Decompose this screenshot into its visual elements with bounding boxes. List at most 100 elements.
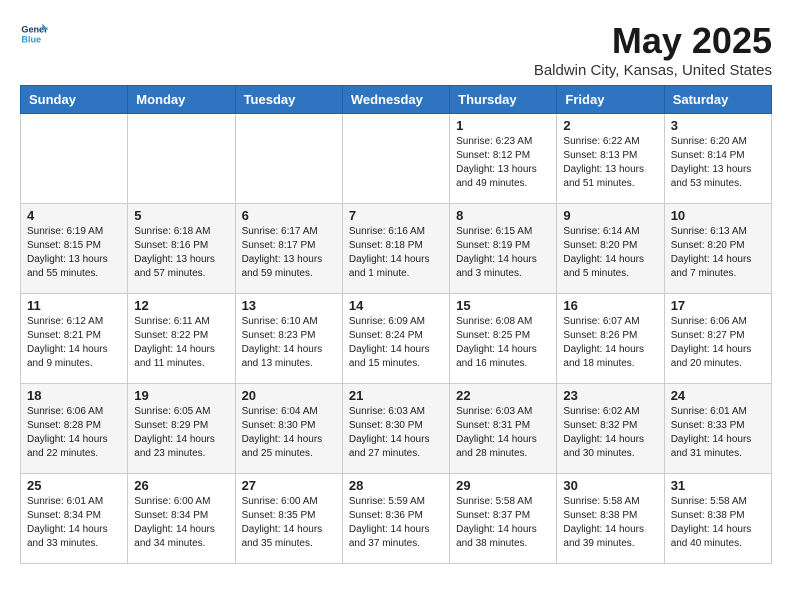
calendar-cell: 26Sunrise: 6:00 AM Sunset: 8:34 PM Dayli… bbox=[128, 474, 235, 564]
weekday-header-monday: Monday bbox=[128, 86, 235, 114]
day-number: 29 bbox=[456, 478, 550, 493]
day-number: 1 bbox=[456, 118, 550, 133]
calendar-cell: 10 Sunrise: 6:13 AM Sunset: 8:20 PM Dayli… bbox=[664, 204, 771, 294]
day-info: Sunrise: 6:12 AM Sunset: 8:21 PM Dayligh… bbox=[27, 315, 121, 371]
day-number: 21 bbox=[349, 388, 443, 403]
calendar-cell: 19Sunrise: 6:05 AM Sunset: 8:29 PM Dayli… bbox=[128, 384, 235, 474]
day-number: 8 bbox=[456, 208, 550, 223]
logo: General Blue bbox=[20, 20, 52, 48]
calendar-cell: 15 Sunrise: 6:08 AM Sunset: 8:25 PM Dayli… bbox=[450, 294, 557, 384]
calendar-cell: 1 Sunrise: 6:23 AM Sunset: 8:12 PM Daylig… bbox=[450, 114, 557, 204]
day-info: Sunrise: 6:08 AM Sunset: 8:25 PM Dayligh… bbox=[456, 315, 550, 371]
day-number: 13 bbox=[242, 298, 336, 313]
day-info: Sunrise: 6:05 AM Sunset: 8:29 PM Dayligh… bbox=[134, 405, 228, 461]
day-info: Sunrise: 6:02 AM Sunset: 8:32 PM Dayligh… bbox=[563, 405, 657, 461]
calendar-cell: 17 Sunrise: 6:06 AM Sunset: 8:27 PM Dayli… bbox=[664, 294, 771, 384]
calendar-cell: 29 Sunrise: 5:58 AM Sunset: 8:37 PM Dayli… bbox=[450, 474, 557, 564]
day-number: 5 bbox=[134, 208, 228, 223]
day-number: 10 bbox=[671, 208, 765, 223]
calendar-cell: 12Sunrise: 6:11 AM Sunset: 8:22 PM Dayli… bbox=[128, 294, 235, 384]
calendar-cell bbox=[128, 114, 235, 204]
calendar-cell: 21 Sunrise: 6:03 AM Sunset: 8:30 PM Dayli… bbox=[342, 384, 449, 474]
day-number: 15 bbox=[456, 298, 550, 313]
day-info: Sunrise: 6:16 AM Sunset: 8:18 PM Dayligh… bbox=[349, 225, 443, 281]
day-number: 30 bbox=[563, 478, 657, 493]
calendar-cell: 7 Sunrise: 6:16 AM Sunset: 8:18 PM Daylig… bbox=[342, 204, 449, 294]
day-info: Sunrise: 6:00 AM Sunset: 8:34 PM Dayligh… bbox=[134, 495, 228, 551]
weekday-header-row: SundayMondayTuesdayWednesdayThursdayFrid… bbox=[21, 86, 772, 114]
calendar-cell: 11 Sunrise: 6:12 AM Sunset: 8:21 PM Dayli… bbox=[21, 294, 128, 384]
calendar-cell: 16Sunrise: 6:07 AM Sunset: 8:26 PM Dayli… bbox=[557, 294, 664, 384]
calendar-cell: 18 Sunrise: 6:06 AM Sunset: 8:28 PM Dayli… bbox=[21, 384, 128, 474]
day-info: Sunrise: 6:15 AM Sunset: 8:19 PM Dayligh… bbox=[456, 225, 550, 281]
calendar-cell: 8 Sunrise: 6:15 AM Sunset: 8:19 PM Daylig… bbox=[450, 204, 557, 294]
day-number: 25 bbox=[27, 478, 121, 493]
location-title: Baldwin City, Kansas, United States bbox=[534, 62, 772, 79]
weekday-header-friday: Friday bbox=[557, 86, 664, 114]
day-info: Sunrise: 6:03 AM Sunset: 8:30 PM Dayligh… bbox=[349, 405, 443, 461]
day-number: 17 bbox=[671, 298, 765, 313]
day-info: Sunrise: 5:58 AM Sunset: 8:38 PM Dayligh… bbox=[671, 495, 765, 551]
day-number: 23 bbox=[563, 388, 657, 403]
calendar-cell: 22Sunrise: 6:03 AM Sunset: 8:31 PM Dayli… bbox=[450, 384, 557, 474]
day-info: Sunrise: 6:17 AM Sunset: 8:17 PM Dayligh… bbox=[242, 225, 336, 281]
day-number: 18 bbox=[27, 388, 121, 403]
month-title: May 2025 bbox=[534, 20, 772, 62]
calendar-cell: 3 Sunrise: 6:20 AM Sunset: 8:14 PM Daylig… bbox=[664, 114, 771, 204]
day-info: Sunrise: 6:01 AM Sunset: 8:34 PM Dayligh… bbox=[27, 495, 121, 551]
day-info: Sunrise: 6:09 AM Sunset: 8:24 PM Dayligh… bbox=[349, 315, 443, 371]
day-info: Sunrise: 6:01 AM Sunset: 8:33 PM Dayligh… bbox=[671, 405, 765, 461]
calendar-cell: 4 Sunrise: 6:19 AM Sunset: 8:15 PM Daylig… bbox=[21, 204, 128, 294]
day-info: Sunrise: 5:59 AM Sunset: 8:36 PM Dayligh… bbox=[349, 495, 443, 551]
day-info: Sunrise: 6:22 AM Sunset: 8:13 PM Dayligh… bbox=[563, 135, 657, 191]
day-number: 27 bbox=[242, 478, 336, 493]
svg-text:Blue: Blue bbox=[21, 34, 41, 44]
day-number: 28 bbox=[349, 478, 443, 493]
calendar-cell: 9Sunrise: 6:14 AM Sunset: 8:20 PM Daylig… bbox=[557, 204, 664, 294]
day-info: Sunrise: 5:58 AM Sunset: 8:38 PM Dayligh… bbox=[563, 495, 657, 551]
day-number: 20 bbox=[242, 388, 336, 403]
calendar-cell: 6 Sunrise: 6:17 AM Sunset: 8:17 PM Daylig… bbox=[235, 204, 342, 294]
day-info: Sunrise: 6:00 AM Sunset: 8:35 PM Dayligh… bbox=[242, 495, 336, 551]
calendar-cell: 2 Sunrise: 6:22 AM Sunset: 8:13 PM Daylig… bbox=[557, 114, 664, 204]
day-number: 9 bbox=[563, 208, 657, 223]
page-header: General Blue May 2025 Baldwin City, Kans… bbox=[20, 20, 772, 79]
day-number: 3 bbox=[671, 118, 765, 133]
calendar-week-row: 25 Sunrise: 6:01 AM Sunset: 8:34 PM Dayli… bbox=[21, 474, 772, 564]
weekday-header-saturday: Saturday bbox=[664, 86, 771, 114]
day-number: 14 bbox=[349, 298, 443, 313]
day-number: 12 bbox=[134, 298, 228, 313]
day-info: Sunrise: 5:58 AM Sunset: 8:37 PM Dayligh… bbox=[456, 495, 550, 551]
day-number: 2 bbox=[563, 118, 657, 133]
calendar-cell: 20Sunrise: 6:04 AM Sunset: 8:30 PM Dayli… bbox=[235, 384, 342, 474]
calendar-cell: 25 Sunrise: 6:01 AM Sunset: 8:34 PM Dayli… bbox=[21, 474, 128, 564]
day-info: Sunrise: 6:13 AM Sunset: 8:20 PM Dayligh… bbox=[671, 225, 765, 281]
calendar-cell: 31Sunrise: 5:58 AM Sunset: 8:38 PM Dayli… bbox=[664, 474, 771, 564]
general-blue-icon: General Blue bbox=[20, 20, 48, 48]
weekday-header-thursday: Thursday bbox=[450, 86, 557, 114]
calendar-cell bbox=[21, 114, 128, 204]
weekday-header-sunday: Sunday bbox=[21, 86, 128, 114]
calendar-cell: 14 Sunrise: 6:09 AM Sunset: 8:24 PM Dayli… bbox=[342, 294, 449, 384]
calendar-cell bbox=[342, 114, 449, 204]
day-info: Sunrise: 6:23 AM Sunset: 8:12 PM Dayligh… bbox=[456, 135, 550, 191]
calendar-week-row: 18 Sunrise: 6:06 AM Sunset: 8:28 PM Dayli… bbox=[21, 384, 772, 474]
day-number: 7 bbox=[349, 208, 443, 223]
calendar-week-row: 1 Sunrise: 6:23 AM Sunset: 8:12 PM Daylig… bbox=[21, 114, 772, 204]
calendar-week-row: 4 Sunrise: 6:19 AM Sunset: 8:15 PM Daylig… bbox=[21, 204, 772, 294]
day-number: 4 bbox=[27, 208, 121, 223]
day-info: Sunrise: 6:19 AM Sunset: 8:15 PM Dayligh… bbox=[27, 225, 121, 281]
calendar-table: SundayMondayTuesdayWednesdayThursdayFrid… bbox=[20, 85, 772, 564]
calendar-week-row: 11 Sunrise: 6:12 AM Sunset: 8:21 PM Dayli… bbox=[21, 294, 772, 384]
day-number: 22 bbox=[456, 388, 550, 403]
day-info: Sunrise: 6:20 AM Sunset: 8:14 PM Dayligh… bbox=[671, 135, 765, 191]
day-info: Sunrise: 6:06 AM Sunset: 8:27 PM Dayligh… bbox=[671, 315, 765, 371]
day-info: Sunrise: 6:06 AM Sunset: 8:28 PM Dayligh… bbox=[27, 405, 121, 461]
day-number: 24 bbox=[671, 388, 765, 403]
day-info: Sunrise: 6:07 AM Sunset: 8:26 PM Dayligh… bbox=[563, 315, 657, 371]
day-info: Sunrise: 6:10 AM Sunset: 8:23 PM Dayligh… bbox=[242, 315, 336, 371]
weekday-header-tuesday: Tuesday bbox=[235, 86, 342, 114]
calendar-cell bbox=[235, 114, 342, 204]
day-number: 11 bbox=[27, 298, 121, 313]
day-number: 6 bbox=[242, 208, 336, 223]
